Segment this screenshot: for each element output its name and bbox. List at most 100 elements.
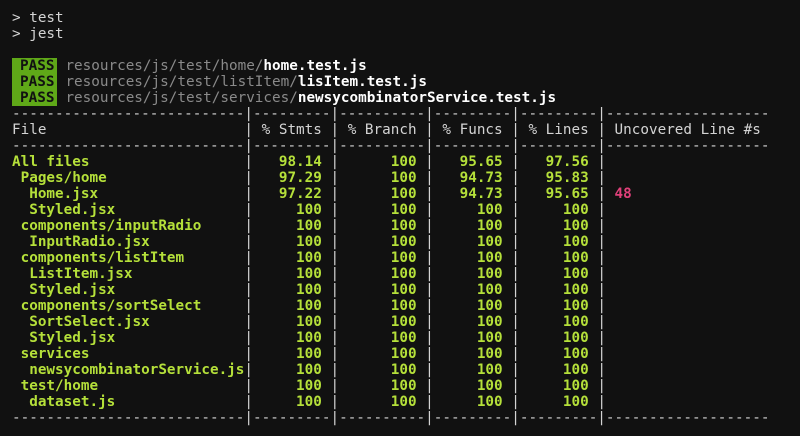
- coverage-value: 100: [519, 298, 598, 314]
- uncovered-lines: [606, 250, 770, 266]
- table-row: newsycombinatorService.js| 100 | 100 | 1…: [12, 362, 769, 378]
- coverage-value: 100: [339, 234, 426, 250]
- file-name: Styled.jsx: [12, 202, 245, 218]
- coverage-value: 100: [519, 266, 598, 282]
- coverage-value: 100: [253, 330, 331, 346]
- file-name: Styled.jsx: [12, 282, 245, 298]
- command-line: > test: [12, 10, 64, 26]
- coverage-value: 95.83: [519, 170, 598, 186]
- file-name: components/inputRadio: [12, 218, 245, 234]
- test-result: PASS resources/js/test/home/home.test.js: [12, 58, 367, 74]
- coverage-value: 100: [253, 218, 331, 234]
- coverage-value: 100: [433, 394, 512, 410]
- pass-badge: PASS: [12, 58, 58, 74]
- coverage-value: 100: [253, 202, 331, 218]
- coverage-value: 100: [339, 154, 426, 170]
- coverage-value: 100: [339, 346, 426, 362]
- coverage-value: 100: [433, 202, 512, 218]
- table-separator: ---------------------------|---------|--…: [12, 138, 770, 154]
- coverage-value: 100: [339, 394, 426, 410]
- coverage-value: 100: [433, 330, 512, 346]
- coverage-value: 100: [339, 314, 426, 330]
- coverage-value: 100: [253, 250, 331, 266]
- table-row: components/listItem | 100 | 100 | 100 | …: [12, 250, 769, 266]
- uncovered-lines: [606, 218, 770, 234]
- coverage-value: 100: [433, 298, 512, 314]
- coverage-value: 100: [339, 362, 426, 378]
- coverage-value: 100: [339, 202, 426, 218]
- uncovered-lines: [606, 202, 770, 218]
- test-dir: resources/js/test/home/: [65, 58, 264, 74]
- table-row: components/sortSelect | 100 | 100 | 100 …: [12, 298, 769, 314]
- uncovered-lines: [606, 234, 770, 250]
- test-result: PASS resources/js/test/listItem/lisItem.t…: [12, 74, 427, 90]
- coverage-value: 100: [339, 330, 426, 346]
- table-header: File | % Stmts | % Branch | % Funcs | % …: [12, 122, 770, 138]
- coverage-value: 97.56: [519, 154, 598, 170]
- uncovered-lines: [606, 266, 770, 282]
- coverage-value: 100: [253, 346, 331, 362]
- coverage-value: 100: [519, 218, 598, 234]
- coverage-value: 100: [339, 378, 426, 394]
- test-dir: resources/js/test/listItem/: [65, 74, 298, 90]
- uncovered-lines: [606, 394, 770, 410]
- table-row: dataset.js | 100 | 100 | 100 | 100 |: [12, 394, 769, 410]
- coverage-value: 100: [253, 234, 331, 250]
- file-name: ListItem.jsx: [12, 266, 245, 282]
- coverage-value: 98.14: [253, 154, 331, 170]
- coverage-value: 100: [433, 250, 512, 266]
- coverage-value: 100: [339, 298, 426, 314]
- test-file: lisItem.test.js: [297, 74, 427, 90]
- file-name: test/home: [12, 378, 245, 394]
- file-name: components/sortSelect: [12, 298, 245, 314]
- test-file: home.test.js: [263, 58, 367, 74]
- coverage-value: 100: [253, 266, 331, 282]
- coverage-value: 100: [519, 394, 598, 410]
- coverage-value: 100: [519, 362, 598, 378]
- coverage-value: 100: [253, 362, 331, 378]
- coverage-value: 100: [519, 314, 598, 330]
- file-name: services: [12, 346, 245, 362]
- table-row: ListItem.jsx | 100 | 100 | 100 | 100 |: [12, 266, 769, 282]
- file-name: dataset.js: [12, 394, 245, 410]
- uncovered-lines: [606, 282, 770, 298]
- coverage-value: 100: [433, 362, 512, 378]
- table-row: Home.jsx | 97.22 | 100 | 94.73 | 95.65 |…: [12, 186, 770, 202]
- coverage-value: 100: [253, 314, 331, 330]
- coverage-value: 100: [433, 346, 512, 362]
- coverage-value: 100: [253, 282, 331, 298]
- table-separator: ---------------------------|---------|--…: [12, 410, 770, 426]
- table-row: All files | 98.14 | 100 | 95.65 | 97.56 …: [12, 154, 769, 170]
- table-row: InputRadio.jsx | 100 | 100 | 100 | 100 |: [12, 234, 769, 250]
- file-name: newsycombinatorService.js: [12, 362, 245, 378]
- coverage-value: 100: [519, 202, 598, 218]
- table-row: test/home | 100 | 100 | 100 | 100 |: [12, 378, 769, 394]
- uncovered-lines: 48: [605, 186, 770, 202]
- pass-badge: PASS: [12, 74, 58, 90]
- coverage-value: 100: [433, 234, 512, 250]
- coverage-value: 100: [339, 186, 426, 202]
- file-name: Pages/home: [12, 170, 245, 186]
- coverage-value: 100: [519, 250, 598, 266]
- coverage-value: 100: [339, 266, 426, 282]
- uncovered-lines: [606, 362, 770, 378]
- coverage-value: 100: [433, 218, 512, 234]
- table-row: services | 100 | 100 | 100 | 100 |: [12, 346, 769, 362]
- coverage-value: 100: [339, 250, 426, 266]
- coverage-value: 100: [339, 282, 426, 298]
- coverage-value: 100: [519, 282, 598, 298]
- file-name: Home.jsx: [12, 186, 245, 202]
- terminal-window: > test > jest PASS resources/js/test/home…: [0, 0, 800, 436]
- command-line: > jest: [12, 26, 64, 42]
- column-header: Uncovered Line #s: [605, 122, 770, 138]
- uncovered-lines: [606, 314, 770, 330]
- column-header: File: [12, 122, 245, 138]
- coverage-value: 100: [433, 378, 512, 394]
- coverage-value: 100: [253, 378, 331, 394]
- coverage-value: 100: [519, 234, 598, 250]
- coverage-value: 100: [519, 346, 598, 362]
- table-row: SortSelect.jsx | 100 | 100 | 100 | 100 |: [12, 314, 769, 330]
- table-row: Styled.jsx | 100 | 100 | 100 | 100 |: [12, 330, 769, 346]
- column-header: % Branch: [339, 122, 426, 138]
- coverage-value: 97.22: [253, 186, 331, 202]
